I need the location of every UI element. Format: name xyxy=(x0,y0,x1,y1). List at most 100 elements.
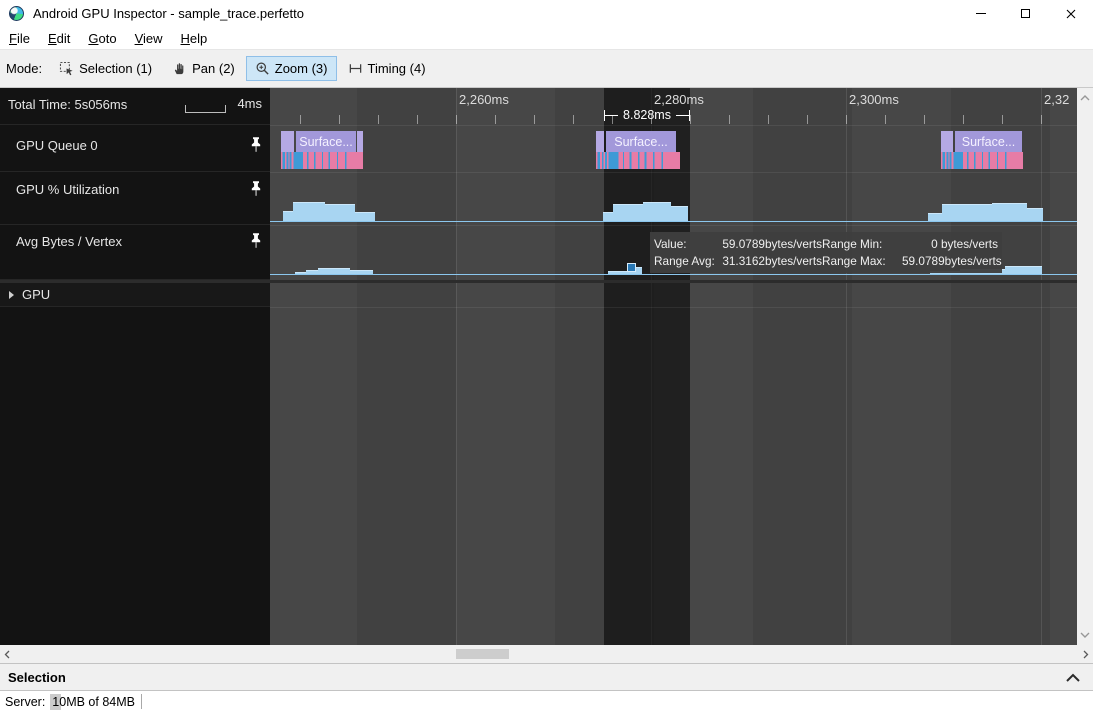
utilization-area-step xyxy=(293,202,325,221)
track-label: GPU Queue 0 xyxy=(16,138,98,153)
scrollbar-thumb[interactable] xyxy=(456,649,509,659)
avg-bytes-area-step xyxy=(1005,266,1042,274)
toolbar: Mode: Selection (1)Pan (2)Zoom (3) Timing… xyxy=(0,50,1093,88)
status-bar: Server: 10MB of 84MB xyxy=(0,691,1093,712)
mode-button-zoom[interactable]: Zoom (3) xyxy=(246,56,337,81)
track-separator xyxy=(270,172,1077,173)
measurement-label: 8.828ms xyxy=(618,108,676,122)
surface-event-block[interactable] xyxy=(357,131,363,152)
command-buffer-stripes[interactable] xyxy=(596,152,680,169)
scroll-left-icon[interactable] xyxy=(4,650,10,659)
avg-bytes-baseline xyxy=(270,274,1077,275)
expander-icon[interactable] xyxy=(9,291,14,299)
menu-item-goto[interactable]: Goto xyxy=(79,29,125,48)
utilization-area-step xyxy=(643,202,671,221)
gpu-group-label: GPU xyxy=(22,287,50,302)
tooltip-value: 0 bytes/verts xyxy=(902,236,998,253)
time-measurement: 8.828ms xyxy=(604,108,690,123)
pan-mode-icon xyxy=(172,61,187,76)
zoom-mode-icon xyxy=(255,61,270,76)
menu-item-view[interactable]: View xyxy=(126,29,172,48)
menu-item-file[interactable]: File xyxy=(0,29,39,48)
statusbar-separator xyxy=(141,694,142,709)
mode-button-selection[interactable]: Selection (1) xyxy=(50,56,161,81)
mode-label: Mode: xyxy=(6,61,42,76)
ruler-tick xyxy=(378,115,379,124)
tooltip-label: Range Avg: xyxy=(654,253,710,270)
server-label: Server: xyxy=(5,695,45,709)
ruler-tick xyxy=(339,115,340,124)
surface-event-block[interactable]: Surface... xyxy=(606,131,676,152)
ruler-tick xyxy=(846,115,847,124)
ruler-tick xyxy=(807,115,808,124)
pin-icon[interactable] xyxy=(249,136,263,154)
server-memory-gauge: 10MB of 84MB xyxy=(50,694,136,710)
value-tooltip: Value:59.0789bytes/vertsRange Min:0 byte… xyxy=(650,232,1002,273)
minimize-icon xyxy=(976,13,986,14)
menu-item-help[interactable]: Help xyxy=(172,29,217,48)
ruler-tick xyxy=(534,115,535,124)
menu-item-edit[interactable]: Edit xyxy=(39,29,79,48)
scale-bracket-icon xyxy=(185,105,226,113)
vertical-scrollbar[interactable] xyxy=(1077,88,1093,645)
utilization-area-step xyxy=(928,213,942,221)
utilization-area-step xyxy=(992,203,1027,221)
close-icon xyxy=(1066,9,1076,19)
surface-event-block[interactable] xyxy=(281,131,294,152)
menubar: FileEditGotoViewHelp xyxy=(0,27,1093,50)
ruler-tick xyxy=(768,115,769,124)
pin-icon[interactable] xyxy=(249,232,263,250)
gpu-group-row[interactable]: GPU xyxy=(0,283,270,307)
track-row-avg-bytes-vertex[interactable]: Avg Bytes / Vertex xyxy=(0,225,270,280)
tooltip-value: 59.0789bytes/verts xyxy=(710,236,822,253)
window-title: Android GPU Inspector - sample_trace.per… xyxy=(33,6,304,21)
maximize-icon xyxy=(1021,9,1030,18)
ruler-timestamp: 2,32 xyxy=(1044,92,1069,107)
ruler-tick xyxy=(963,115,964,124)
track-row-gpu-utilization[interactable]: GPU % Utilization xyxy=(0,172,270,225)
scroll-right-icon[interactable] xyxy=(1083,650,1089,659)
surface-event-block[interactable] xyxy=(941,131,953,152)
avg-bytes-area-step xyxy=(306,270,318,274)
mode-button-label: Timing (4) xyxy=(368,61,426,76)
mode-button-timing[interactable]: Timing (4) xyxy=(339,56,435,81)
utilization-area-step xyxy=(613,204,643,221)
scroll-up-icon[interactable] xyxy=(1080,95,1090,101)
utilization-area-step xyxy=(283,211,293,221)
horizontal-scrollbar[interactable] xyxy=(0,645,1093,663)
ruler-timestamp: 2,280ms xyxy=(654,92,704,107)
track-separator xyxy=(270,225,1077,226)
measure-end-tick xyxy=(689,110,690,121)
utilization-area-step xyxy=(1027,208,1043,221)
pin-icon[interactable] xyxy=(249,180,263,198)
maximize-button[interactable] xyxy=(1003,0,1048,27)
timing-mode-icon xyxy=(348,61,363,76)
command-buffer-stripes[interactable] xyxy=(941,152,1023,169)
track-label: Avg Bytes / Vertex xyxy=(16,234,122,249)
scroll-down-icon[interactable] xyxy=(1080,632,1090,638)
timeline-header: Total Time: 5s056ms 4ms xyxy=(0,88,270,125)
collapse-chevron-icon[interactable] xyxy=(1065,673,1081,682)
group-separator-band xyxy=(270,280,1077,283)
minimize-button[interactable] xyxy=(958,0,1003,27)
surface-event-block[interactable]: Surface... xyxy=(296,131,356,152)
ruler-tick xyxy=(729,115,730,124)
close-button[interactable] xyxy=(1048,0,1093,27)
surface-event-block[interactable]: Surface... xyxy=(955,131,1022,152)
command-buffer-stripes[interactable] xyxy=(281,152,363,169)
hovered-sample-marker xyxy=(627,263,636,272)
ruler-tick xyxy=(690,115,691,124)
app-window: Android GPU Inspector - sample_trace.per… xyxy=(0,0,1093,712)
utilization-area-step xyxy=(603,212,613,221)
selection-panel-header[interactable]: Selection xyxy=(0,663,1093,691)
memory-text: 10MB of 84MB xyxy=(52,695,135,709)
measure-line xyxy=(676,115,689,116)
timeline-canvas[interactable]: 2,260ms2,280ms2,300ms2,32Surface...Surfa… xyxy=(270,88,1077,645)
ruler-tick xyxy=(456,115,457,124)
surface-event-block[interactable] xyxy=(596,131,604,152)
track-label-panel: Total Time: 5s056ms 4ms GPU Queue 0 GPU … xyxy=(0,88,270,645)
mode-button-pan[interactable]: Pan (2) xyxy=(163,56,244,81)
tooltip-label: Range Max: xyxy=(822,253,902,270)
ruler-tick xyxy=(1002,115,1003,124)
track-row-gpu-queue-0[interactable]: GPU Queue 0 xyxy=(0,125,270,172)
